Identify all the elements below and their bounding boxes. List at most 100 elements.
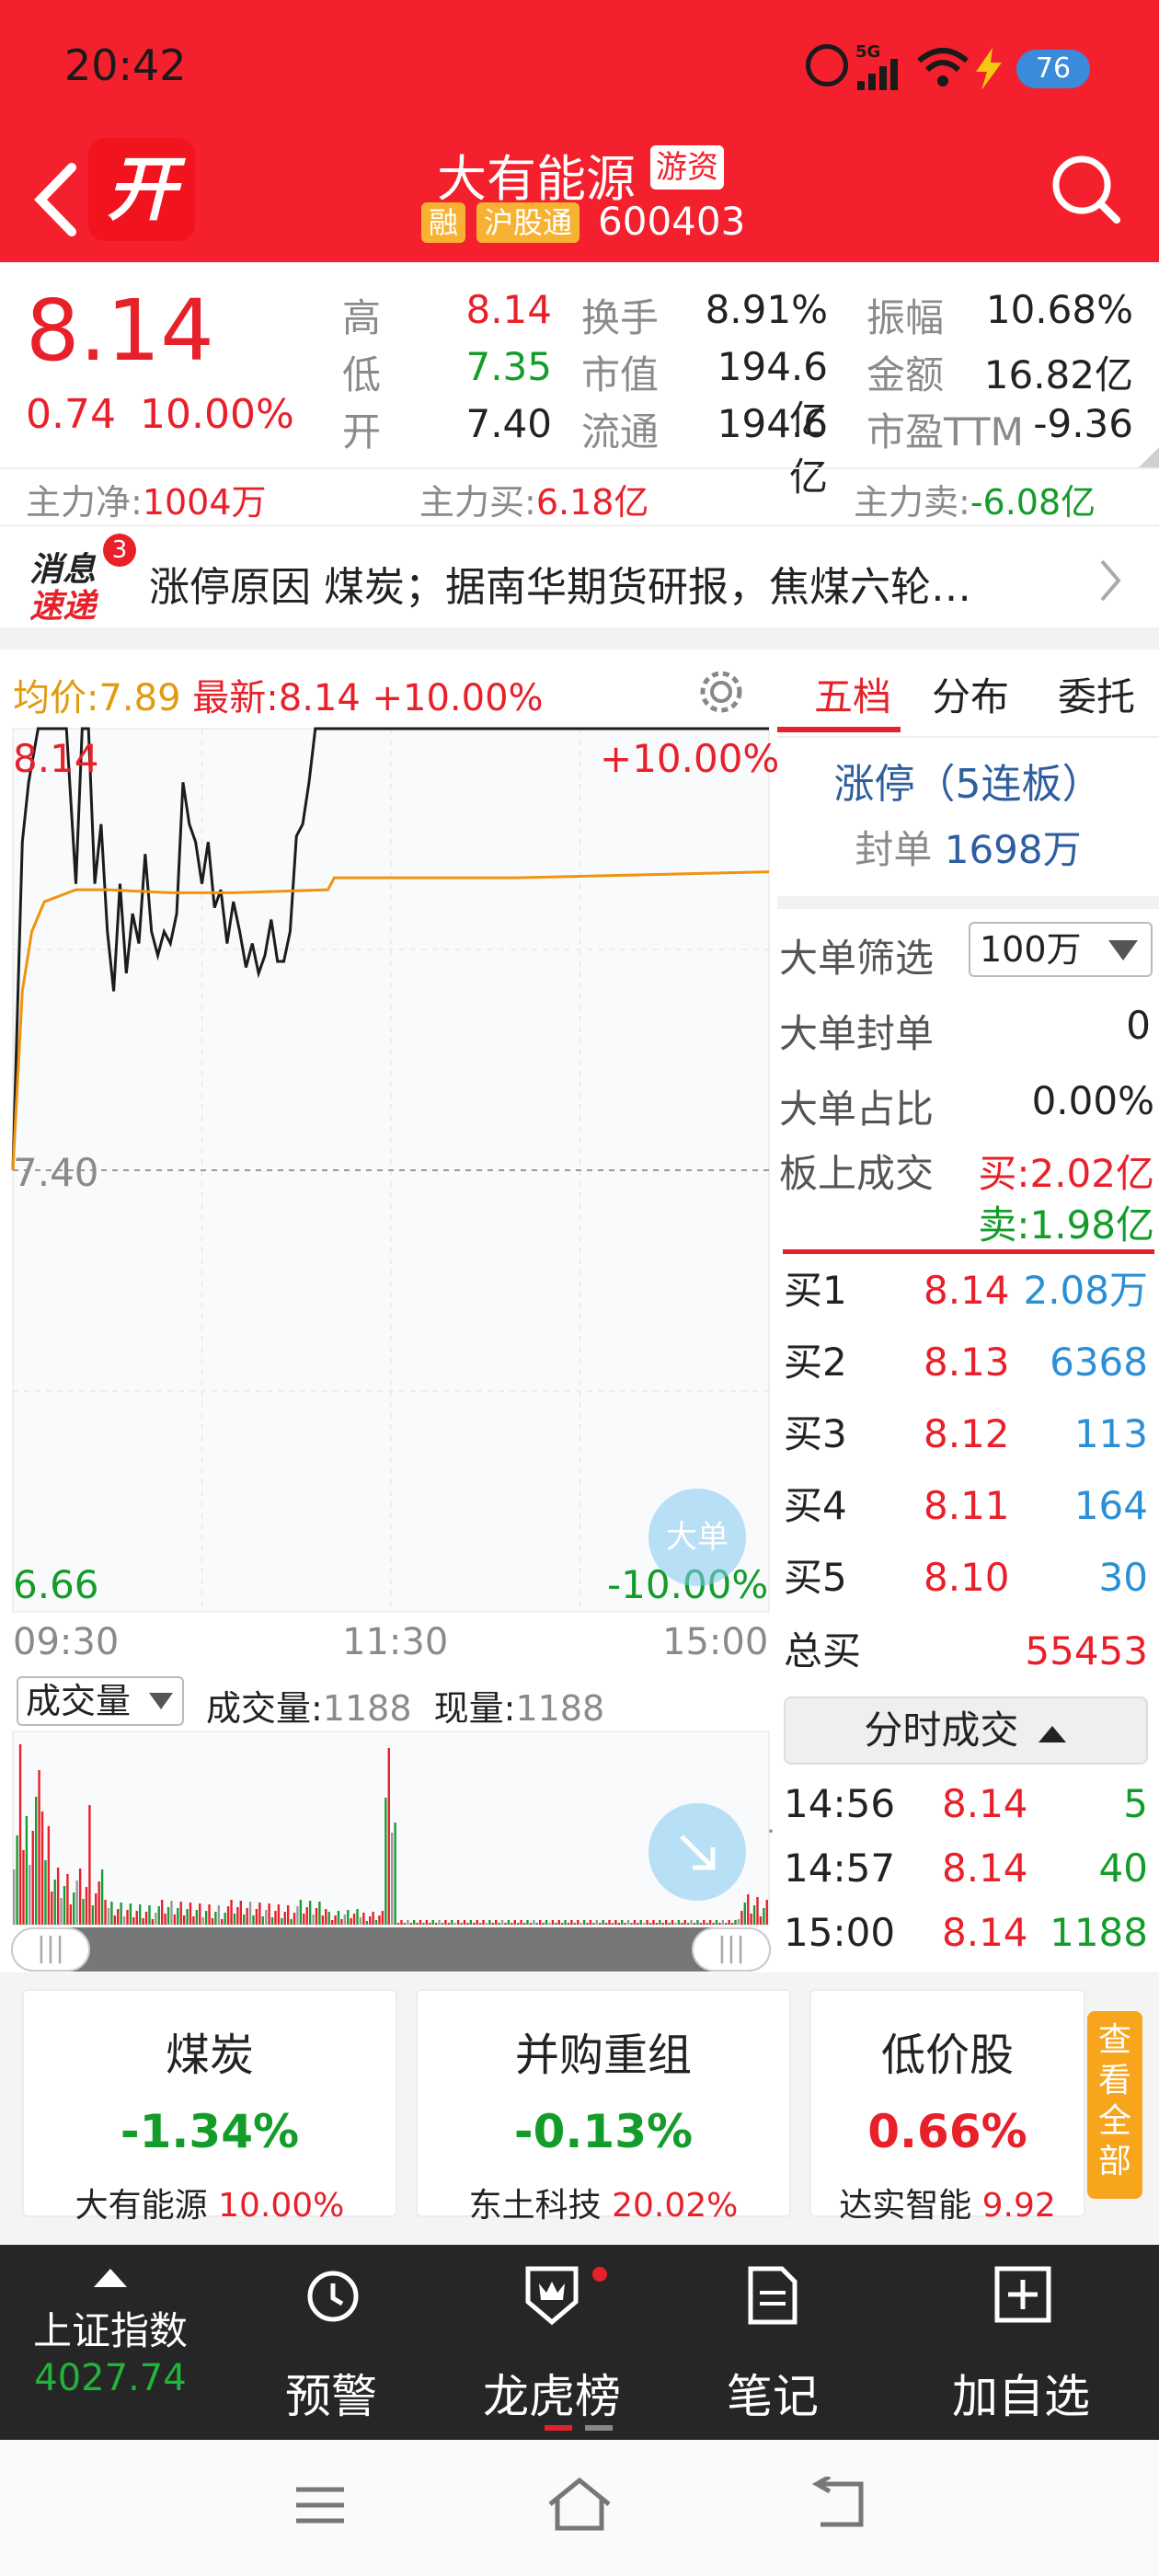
range-handle-right[interactable]: ||| (692, 1927, 771, 1972)
stock-code: 600403 (598, 199, 746, 244)
bid-price: 8.13 (924, 1340, 1010, 1385)
filter-select-value: 100万 (980, 929, 1082, 970)
tick-row: 15:00 8.14 1188 (784, 1901, 1152, 1965)
home-icon[interactable] (545, 2475, 614, 2534)
leader-name: 达实智能 (839, 2187, 972, 2225)
expand-corner-icon[interactable] (1137, 447, 1159, 469)
volume-bar (293, 1913, 296, 1925)
search-icon[interactable] (1049, 152, 1122, 225)
bid-level-row[interactable]: 买1 8.14 2.08万 (784, 1255, 1152, 1327)
quote-value: -9.36 (1033, 401, 1133, 446)
sector-title: 煤炭 (165, 2030, 254, 2081)
tick-volume: 1188 (1050, 1910, 1148, 1955)
bid-level-row[interactable]: 买3 8.12 113 (784, 1398, 1152, 1470)
add-square-icon (994, 2266, 1051, 2323)
tag-youzi[interactable]: 游资 (650, 145, 724, 190)
bid-level-row[interactable]: 买2 8.13 6368 (784, 1327, 1152, 1398)
app-logo[interactable]: 开 (88, 138, 195, 241)
volume-bar (580, 1923, 582, 1925)
quote-value: 10.68% (985, 287, 1133, 332)
volume-bar (343, 1915, 347, 1925)
notes-button[interactable]: 笔记 (699, 2245, 846, 2440)
bid-level-row[interactable]: 买4 8.11 164 (784, 1470, 1152, 1542)
volume-bar (337, 1911, 340, 1925)
volume-bar (265, 1910, 268, 1925)
volume-bar (482, 1920, 485, 1925)
volume-bar (142, 1918, 144, 1925)
volume-bar (403, 1923, 407, 1925)
bid-label: 买2 (784, 1340, 847, 1385)
volume-bar (255, 1909, 258, 1925)
filter-select[interactable]: 100万 (969, 922, 1153, 977)
volume-bar (170, 1901, 173, 1925)
volume-bar (538, 1920, 542, 1925)
menu-icon[interactable] (293, 2482, 348, 2528)
battery-level: 76 (1016, 50, 1090, 88)
back-nav-icon[interactable] (808, 2477, 868, 2532)
dragon-tiger-button[interactable]: 龙虎榜 (460, 2245, 644, 2440)
tab-orders[interactable]: 委托 (1037, 666, 1156, 722)
tab-five-levels[interactable]: 五档 (798, 666, 908, 722)
volume-bar (325, 1909, 327, 1925)
alert-button[interactable]: 预警 (258, 2245, 405, 2440)
volume-bar (495, 1920, 498, 1925)
quote-value: 8.91% (705, 287, 828, 332)
volume-bar (66, 1874, 69, 1925)
volume-bar (51, 1892, 53, 1925)
price-change: 0.74 (26, 391, 116, 438)
quote-label: 换手 (581, 295, 660, 340)
volume-bar (98, 1881, 100, 1925)
volume-bar (668, 1923, 671, 1925)
volume-bar (441, 1923, 444, 1925)
back-icon[interactable] (28, 158, 83, 241)
main-net-row: 主力净:1004万 (26, 474, 267, 524)
volume-bar (95, 1893, 98, 1925)
news-ticker[interactable]: 消息 速递 3 涨停原因 煤炭；据南华期货研报，焦煤六轮… (0, 526, 1159, 627)
limit-status: 涨停（5连板） (833, 761, 1103, 808)
volume-bar (602, 1920, 604, 1925)
sector-leader: 东土科技 20.02% (418, 2179, 789, 2226)
volume-bar (139, 1904, 142, 1925)
volume-bar (529, 1923, 533, 1925)
quote-value: 16.82亿 (983, 352, 1133, 397)
volume-bar (431, 1920, 434, 1925)
add-watchlist-button[interactable]: 加自选 (929, 2245, 1113, 2440)
volume-bar (296, 1906, 299, 1925)
volume-bar (715, 1920, 718, 1925)
volume-bar (18, 1744, 22, 1925)
range-handle-left[interactable]: ||| (11, 1927, 90, 1972)
collapse-button[interactable] (648, 1803, 746, 1901)
sector-card[interactable]: 低价股 0.66% 达实智能 9.92 (809, 1989, 1085, 2225)
intraday-chart[interactable] (0, 718, 777, 1615)
volume-bar (412, 1920, 416, 1925)
volume-bar (718, 1923, 721, 1925)
volume-bar (214, 1912, 217, 1925)
volume-bar (261, 1916, 264, 1925)
caret-up-icon (1038, 1725, 1066, 1742)
bid-label: 买5 (784, 1555, 847, 1600)
notification-dot (592, 2267, 607, 2282)
tick-volume: 5 (1123, 1781, 1148, 1826)
index-ticker[interactable]: 上证指数 4027.74 (0, 2245, 221, 2440)
bid-level-row[interactable]: 买5 8.10 30 (784, 1542, 1152, 1614)
volume-bar (226, 1906, 230, 1925)
volume-dropdown[interactable]: 成交量 (17, 1676, 184, 1726)
big-order-button[interactable]: 大单 (648, 1489, 746, 1586)
tab-distribution[interactable]: 分布 (915, 666, 1026, 722)
settings-gear-icon[interactable] (697, 668, 745, 716)
volume-bar (22, 1850, 25, 1925)
volume-bar (498, 1923, 500, 1925)
chart-range-scrollbar[interactable]: ||| ||| (11, 1927, 771, 1972)
sector-card[interactable]: 煤炭 -1.34% 大有能源 10.00% (22, 1989, 397, 2225)
board-buy: 买:2.02亿 (978, 1151, 1154, 1196)
volume-bar (315, 1908, 318, 1925)
sector-card[interactable]: 并购重组 -0.13% 东土科技 20.02% (416, 1989, 791, 2225)
active-tab-indicator (777, 727, 901, 732)
volume-bar (350, 1918, 352, 1925)
volume-bar (91, 1905, 95, 1925)
volume-bar (409, 1923, 412, 1925)
volume-bar (208, 1904, 211, 1925)
ticks-toggle-button[interactable]: 分时成交 (784, 1696, 1148, 1765)
view-all-button[interactable]: 查看全部 (1087, 2011, 1142, 2199)
volume-bar (117, 1909, 120, 1925)
